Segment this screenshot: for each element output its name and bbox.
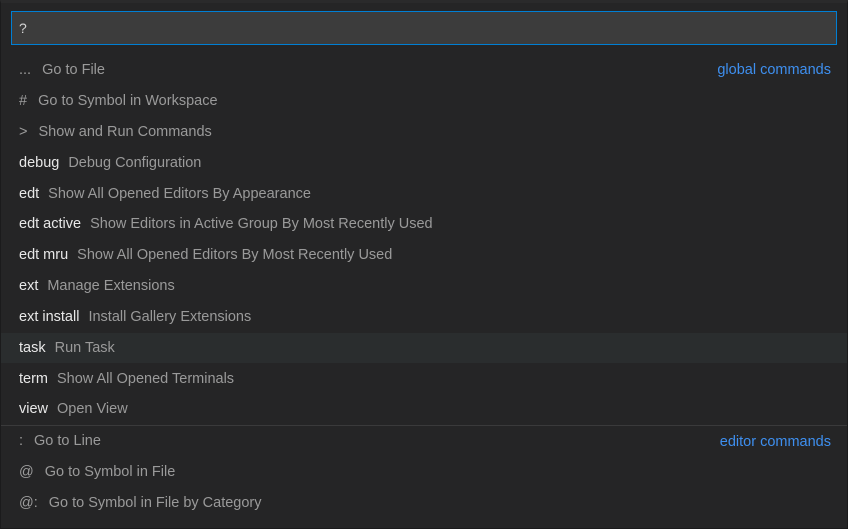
quick-open-row-description: Open View <box>57 401 128 418</box>
quick-open-row-label: ext <box>19 278 39 295</box>
quick-open-row-description: Run Task <box>54 339 115 356</box>
quick-open-row-description: Show Editors in Active Group By Most Rec… <box>90 216 433 233</box>
quick-open-row-description: Show and Run Commands <box>38 123 212 140</box>
quick-open-row-label: task <box>19 339 46 356</box>
quick-open-row-label: ... <box>19 62 32 79</box>
quick-open-group-label: editor commands <box>719 433 831 450</box>
quick-open-row-description: Show All Opened Editors By Most Recently… <box>77 247 393 264</box>
quick-open-row[interactable]: debug Debug Configuration <box>1 148 847 179</box>
quick-open-row-label: > <box>19 123 28 140</box>
quick-open-row[interactable]: # Go to Symbol in Workspace <box>1 86 847 117</box>
quick-open-row-label: # <box>19 93 28 110</box>
quick-open-row-label: term <box>19 370 48 387</box>
quick-open-section: : Go to Line editor commands @ Go to Symbol … <box>1 425 847 519</box>
quick-open-palette: ? ... Go to File global commands # Go to Sym… <box>0 0 848 529</box>
quick-open-row[interactable]: @ Go to Symbol in File <box>1 457 847 488</box>
quick-open-input-row: ? <box>1 3 847 45</box>
quick-open-row[interactable]: edt mru Show All Opened Editors By Most R… <box>1 240 847 271</box>
quick-open-row[interactable]: view Open View <box>1 394 847 425</box>
quick-open-row-label: @ <box>19 464 34 481</box>
quick-open-row-description: Manage Extensions <box>47 278 175 295</box>
quick-open-row-label: view <box>19 401 49 418</box>
quick-open-row[interactable]: term Show All Opened Terminals <box>1 363 847 394</box>
quick-open-row[interactable]: ext install Install Gallery Extensions <box>1 302 847 333</box>
quick-open-row-description: Go to File <box>42 62 105 79</box>
quick-open-row[interactable]: > Show and Run Commands <box>1 117 847 148</box>
quick-open-row-label: : <box>19 433 24 450</box>
quick-open-row-label: edt <box>19 185 40 202</box>
quick-open-row[interactable]: edt Show All Opened Editors By Appearance <box>1 178 847 209</box>
quick-open-row[interactable]: : Go to Line editor commands <box>1 426 847 457</box>
quick-open-row-label: @: <box>19 494 38 511</box>
quick-open-row-label: edt active <box>19 216 82 233</box>
quick-open-row-label: debug <box>19 154 60 171</box>
quick-open-row-label: edt mru <box>19 247 69 264</box>
quick-open-row[interactable]: ext Manage Extensions <box>1 271 847 302</box>
quick-open-row-description: Install Gallery Extensions <box>88 308 252 325</box>
quick-open-row-description: Go to Symbol in Workspace <box>38 93 218 110</box>
quick-open-row-label: ext install <box>19 308 80 325</box>
quick-open-list: ... Go to File global commands # Go to Symbo… <box>1 55 847 519</box>
quick-open-row-description: Go to Symbol in File by Category <box>48 494 262 511</box>
quick-open-row-description: Go to Symbol in File <box>44 464 176 481</box>
quick-open-row[interactable]: ... Go to File global commands <box>1 55 847 86</box>
search-input[interactable]: ? <box>11 11 837 45</box>
quick-open-group-label: global commands <box>717 62 831 79</box>
search-input-value: ? <box>19 20 27 36</box>
quick-open-row[interactable]: task Run Task <box>1 332 847 364</box>
quick-open-section: ... Go to File global commands # Go to Symbo… <box>1 55 847 425</box>
quick-open-row-description: Go to Line <box>34 433 101 450</box>
quick-open-row-description: Debug Configuration <box>68 154 202 171</box>
quick-open-row[interactable]: edt active Show Editors in Active Group B… <box>1 209 847 240</box>
quick-open-row-description: Show All Opened Terminals <box>57 370 235 387</box>
quick-open-row[interactable]: @: Go to Symbol in File by Category <box>1 488 847 519</box>
quick-open-row-description: Show All Opened Editors By Appearance <box>48 185 311 202</box>
